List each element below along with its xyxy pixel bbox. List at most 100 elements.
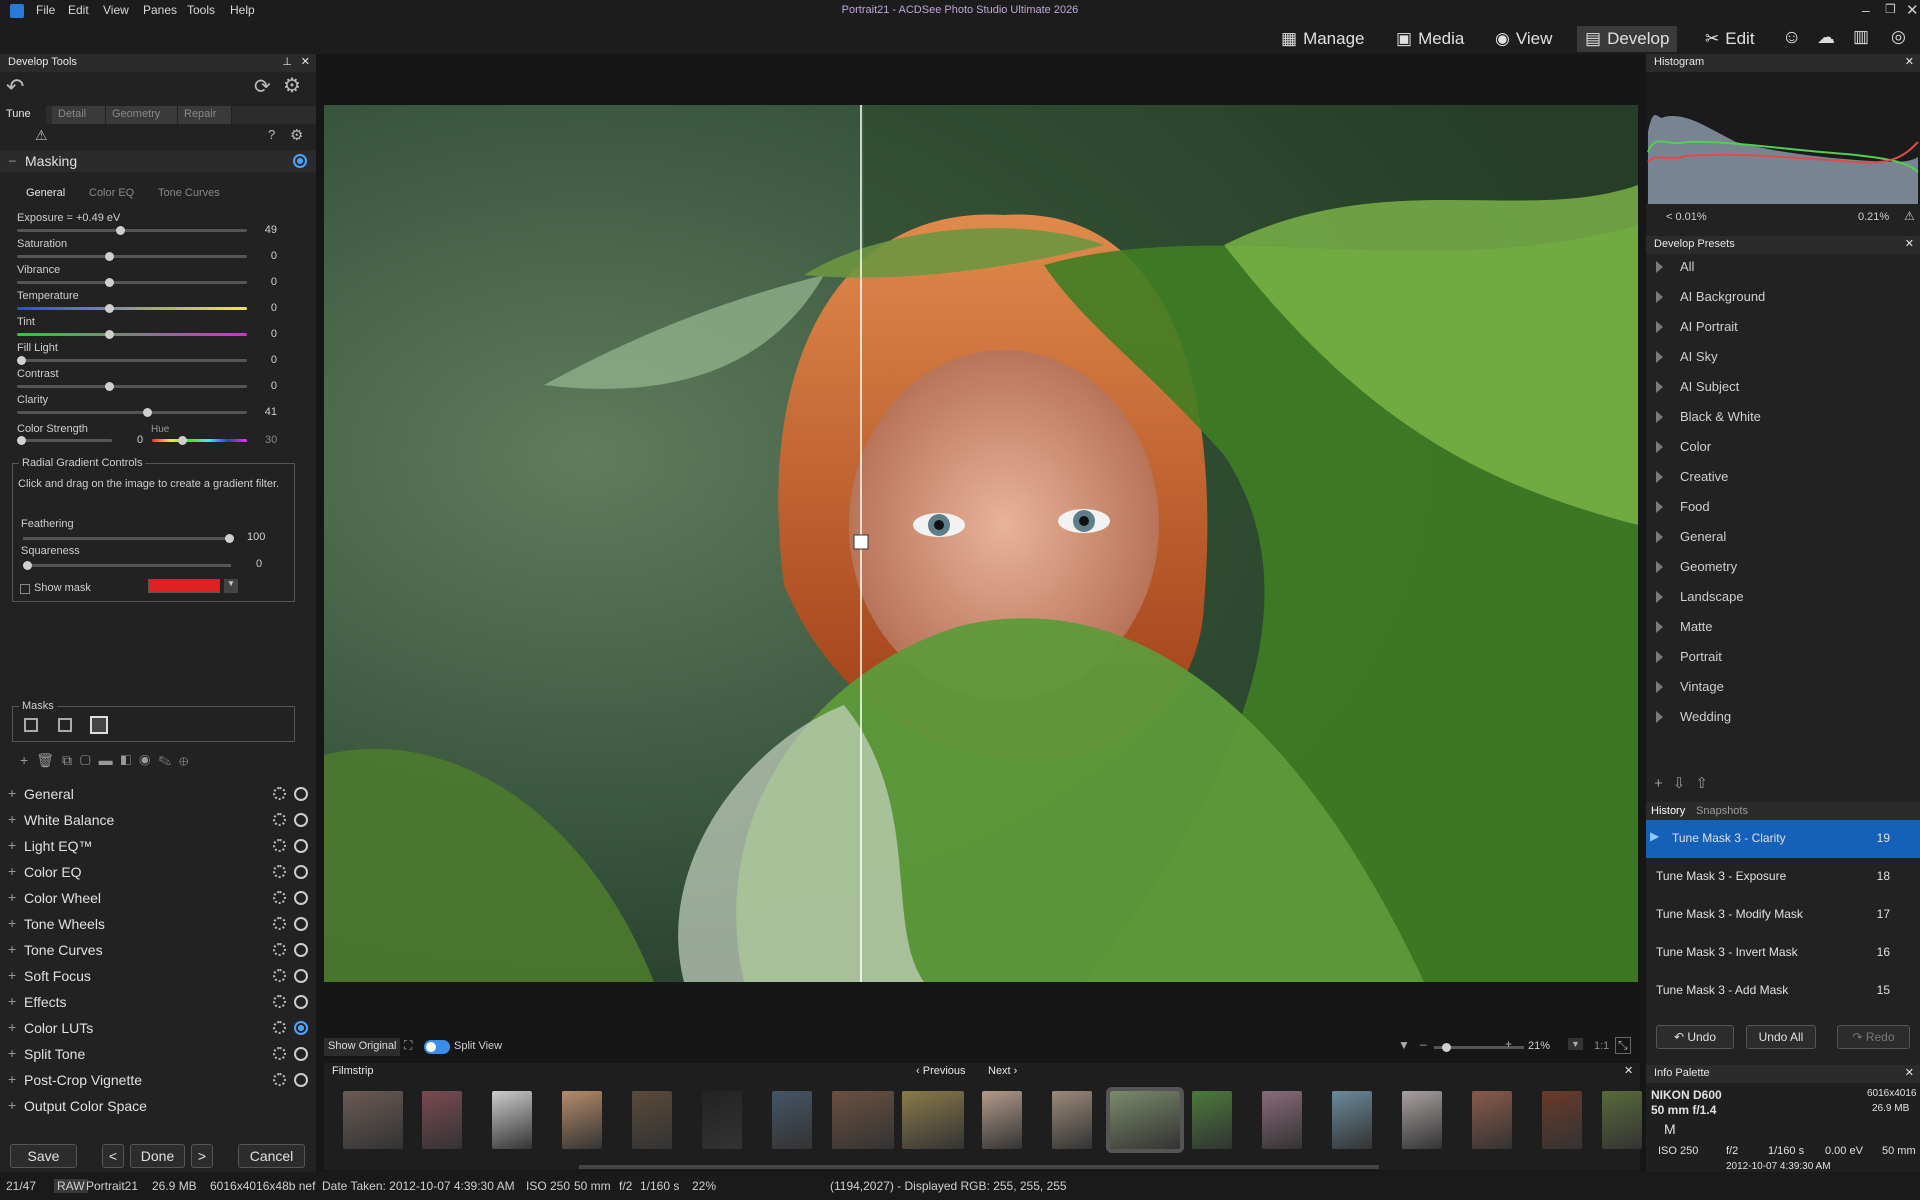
section-gear-icon[interactable] <box>273 839 286 852</box>
cloud-icon[interactable]: ☁ <box>1817 27 1835 48</box>
next-button[interactable]: Next › <box>988 1065 1017 1077</box>
section-tone-curves[interactable]: + Tone Curves <box>6 939 310 961</box>
section-gear-icon[interactable] <box>273 1021 286 1034</box>
section-output-color-space[interactable]: + Output Color Space <box>6 1095 310 1117</box>
previous-button[interactable]: ‹ Previous <box>916 1065 966 1077</box>
section-toggle-icon[interactable] <box>294 787 308 801</box>
adjustment-slider[interactable] <box>17 304 247 313</box>
preset-item[interactable]: Creative <box>1646 463 1920 493</box>
view-mask-icon[interactable]: ◉ <box>139 752 158 768</box>
pin-icon[interactable]: ⊥ <box>282 55 292 68</box>
slider-thumb[interactable] <box>17 356 26 365</box>
filter-icon[interactable]: ▼ <box>1398 1038 1410 1052</box>
section-color-luts[interactable]: + Color LUTs <box>6 1017 310 1039</box>
section-gear-icon[interactable] <box>273 943 286 956</box>
undo-all-button[interactable]: Undo All <box>1746 1025 1816 1049</box>
presets-close-icon[interactable]: ✕ <box>1905 237 1914 250</box>
slider-thumb[interactable] <box>105 330 114 339</box>
add-preset-icon[interactable]: + <box>1654 775 1673 792</box>
zoom-thumb[interactable] <box>1442 1043 1451 1052</box>
mask-color-swatch[interactable] <box>148 579 220 593</box>
filmstrip-thumbnail[interactable] <box>982 1091 1022 1149</box>
preset-item[interactable]: AI Portrait <box>1646 313 1920 343</box>
previous-tool-button[interactable]: < <box>102 1144 124 1168</box>
adjustment-slider[interactable] <box>17 226 247 235</box>
subtab-general[interactable]: General <box>26 187 76 199</box>
export-preset-icon[interactable]: ⇧ <box>1695 775 1718 792</box>
section-toggle-icon[interactable] <box>294 1047 308 1061</box>
redo-button[interactable]: ↷ Redo <box>1837 1025 1910 1049</box>
squareness-slider[interactable] <box>23 561 231 570</box>
feathering-slider[interactable] <box>23 534 234 543</box>
dashboard-icon[interactable]: ▥ <box>1853 27 1869 47</box>
slider-thumb[interactable] <box>105 304 114 313</box>
mask-thumb-1[interactable] <box>24 718 38 732</box>
mode-media[interactable]: ▣ Media <box>1388 26 1472 52</box>
section-toggle-icon[interactable] <box>294 943 308 957</box>
subtab-tone-curves[interactable]: Tone Curves <box>158 187 238 199</box>
section-color-wheel[interactable]: + Color Wheel <box>6 887 310 909</box>
mode-edit[interactable]: ✂ Edit <box>1697 26 1763 52</box>
history-item[interactable]: ▶ Tune Mask 3 - Clarity 19 <box>1646 820 1920 858</box>
mask-brush-icon[interactable]: ✎ <box>158 752 179 768</box>
close-panel-icon[interactable]: ✕ <box>301 55 310 68</box>
slider-thumb[interactable] <box>23 561 32 570</box>
tab-snapshots[interactable]: Snapshots <box>1696 805 1748 817</box>
masking-toggle-icon[interactable] <box>293 154 307 168</box>
slider-thumb[interactable] <box>116 226 125 235</box>
slider-thumb[interactable] <box>225 534 234 543</box>
minimize-icon[interactable]: – <box>1862 2 1870 18</box>
preset-item[interactable]: All <box>1646 253 1920 283</box>
filmstrip-thumbnail[interactable] <box>1472 1091 1512 1149</box>
mask-thumb-3[interactable] <box>90 716 108 734</box>
filmstrip-thumbnail[interactable] <box>422 1091 462 1149</box>
tab-history[interactable]: History <box>1651 805 1685 817</box>
filmstrip-thumbnail[interactable] <box>1332 1091 1372 1149</box>
feedback-icon[interactable]: ◎ <box>1891 27 1906 47</box>
section-gear-icon[interactable] <box>273 787 286 800</box>
section-toggle-icon[interactable] <box>294 839 308 853</box>
section-gear-icon[interactable] <box>273 969 286 982</box>
filmstrip-thumbnail[interactable] <box>832 1091 894 1149</box>
filmstrip-thumbnail[interactable] <box>1052 1091 1092 1149</box>
fullscreen-icon[interactable]: ⤡ <box>1615 1037 1631 1054</box>
preset-item[interactable]: AI Subject <box>1646 373 1920 403</box>
undo-arrow-icon[interactable]: ↶ <box>6 74 24 100</box>
filmstrip-thumbnail[interactable] <box>1262 1091 1302 1149</box>
slider-thumb[interactable] <box>105 252 114 261</box>
next-tool-button[interactable]: > <box>191 1144 213 1168</box>
info-close-icon[interactable]: ✕ <box>1905 1066 1914 1079</box>
save-button[interactable]: Save <box>10 1144 77 1168</box>
mask-layer-icon[interactable]: ▬ <box>99 752 121 768</box>
tab-tune[interactable]: Tune <box>0 106 46 124</box>
section-gear-icon[interactable] <box>273 995 286 1008</box>
preset-item[interactable]: General <box>1646 523 1920 553</box>
section-toggle-icon[interactable] <box>294 1073 308 1087</box>
slider-thumb[interactable] <box>143 408 152 417</box>
clip-warning-icon[interactable]: ⚠ <box>1904 209 1915 223</box>
preset-item[interactable]: Vintage <box>1646 673 1920 703</box>
filmstrip-thumbnail[interactable] <box>343 1091 403 1149</box>
photo-canvas[interactable] <box>324 105 1638 982</box>
section-soft-focus[interactable]: + Soft Focus <box>6 965 310 987</box>
filmstrip-thumbnail[interactable] <box>562 1091 602 1149</box>
filmstrip-thumbnail[interactable] <box>632 1091 672 1149</box>
import-preset-icon[interactable]: ⇩ <box>1673 775 1696 792</box>
filmstrip-thumbnail[interactable] <box>772 1091 812 1149</box>
zoom-dropdown[interactable]: ▼ <box>1568 1038 1583 1050</box>
tab-detail[interactable]: Detail <box>52 106 106 124</box>
preset-item[interactable]: Black & White <box>1646 403 1920 433</box>
mode-develop[interactable]: ▤ Develop <box>1577 26 1678 52</box>
target-icon[interactable]: ⊕ <box>179 752 196 768</box>
section-gear-icon[interactable] <box>273 891 286 904</box>
maximize-icon[interactable]: ❐ <box>1885 2 1896 16</box>
mode-manage[interactable]: ▦ Manage <box>1273 26 1373 52</box>
adjustment-slider[interactable] <box>17 408 247 417</box>
section-post-crop-vignette[interactable]: + Post-Crop Vignette <box>6 1069 310 1091</box>
slider-thumb[interactable] <box>17 436 26 445</box>
filmstrip-thumbnail[interactable] <box>1192 1091 1232 1149</box>
undo-button[interactable]: ↶ Undo <box>1656 1025 1734 1049</box>
section-effects[interactable]: + Effects <box>6 991 310 1013</box>
slider-thumb[interactable] <box>105 278 114 287</box>
section-toggle-icon[interactable] <box>294 969 308 983</box>
